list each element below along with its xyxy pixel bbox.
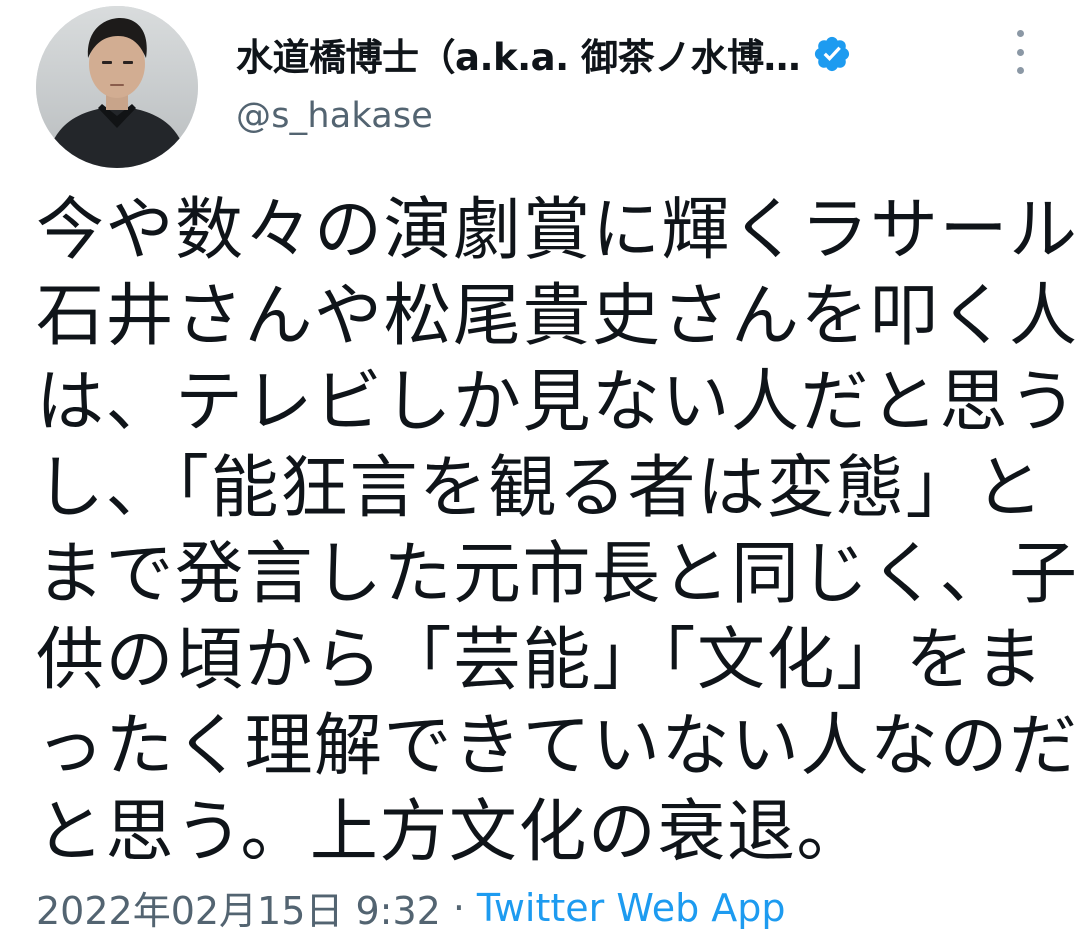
tweet-text-line: は、テレビしか見ない人だと思う (36, 363, 1079, 442)
meta-separator: · (452, 885, 465, 930)
tweet-card: 水道橋博士（a.k.a. 御茶ノ水博… @s_hakase 今や数々の演劇賞に輝… (0, 0, 1080, 948)
tweet-text-line: 今や数々の演劇賞に輝くラサール (36, 191, 1079, 270)
avatar[interactable] (36, 6, 198, 168)
tweet-text-line: と思う。上方文化の衰退。 (36, 793, 866, 872)
more-vertical-icon[interactable] (1004, 30, 1036, 74)
tweet-meta: 2022年02月15日 9:32 · Twitter Web App (36, 880, 786, 935)
tweet-text: 今や数々の演劇賞に輝くラサール 石井さんや松尾貴史さんを叩く人 は、テレビしか見… (36, 188, 1079, 876)
tweet-text-line: し、「能狂言を観る者は変態」と (36, 449, 1045, 528)
avatar-photo (36, 6, 198, 168)
author-name-row[interactable]: 水道橋博士（a.k.a. 御茶ノ水博… (236, 26, 852, 82)
tweet-source-link[interactable]: Twitter Web App (477, 886, 786, 930)
tweet-timestamp[interactable]: 2022年02月15日 9:32 (36, 880, 441, 935)
tweet-text-line: ったく理解できていない人なのだ (36, 707, 1079, 786)
tweet-text-line: まで発言した元市長と同じく、子 (36, 535, 1079, 614)
tweet-text-line: 石井さんや松尾貴史さんを叩く人 (36, 277, 1079, 356)
verified-badge-icon (812, 34, 852, 74)
author-handle[interactable]: @s_hakase (236, 96, 433, 136)
tweet-text-line: 供の頃から「芸能」「文化」をま (36, 621, 1045, 700)
author-display-name[interactable]: 水道橋博士（a.k.a. 御茶ノ水博… (236, 27, 800, 81)
